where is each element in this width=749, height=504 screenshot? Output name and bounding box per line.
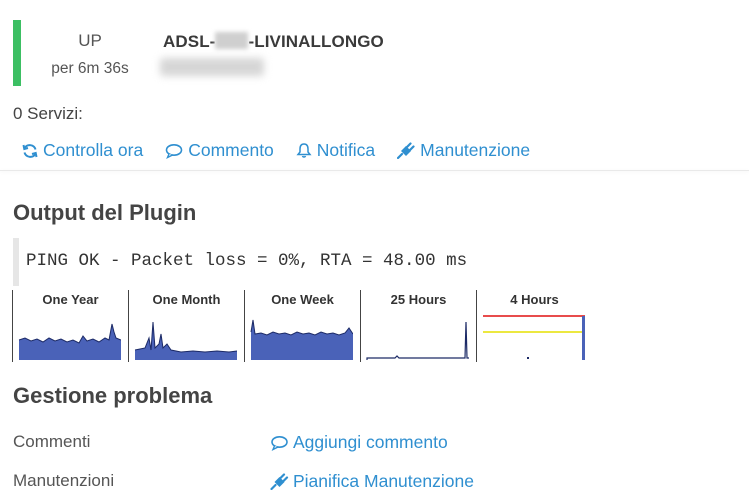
graph-one-year[interactable]: One Year xyxy=(12,290,127,362)
maintenance-row-label: Manutenzioni xyxy=(13,471,115,490)
action-bar: Controlla ora Commento Notifica Manutenz… xyxy=(22,140,552,161)
schedule-maintenance-link[interactable]: Pianifica Manutenzione xyxy=(270,471,474,492)
graph-one-week[interactable]: One Week xyxy=(244,290,359,362)
check-now-label: Controlla ora xyxy=(43,140,144,160)
graph-label: One Year xyxy=(42,292,99,307)
add-comment-label: Aggiungi commento xyxy=(293,432,448,452)
graph-image xyxy=(18,323,121,360)
graph-label: 25 Hours xyxy=(390,292,447,307)
check-now-button[interactable]: Controlla ora xyxy=(22,140,143,161)
notify-button[interactable]: Notifica xyxy=(296,140,375,161)
graph-one-month[interactable]: One Month xyxy=(128,290,243,362)
comment-button[interactable]: Commento xyxy=(165,140,274,161)
notify-label: Notifica xyxy=(316,140,376,160)
redacted-text xyxy=(215,32,249,49)
maintenance-button[interactable]: Manutenzione xyxy=(397,140,530,161)
header-divider xyxy=(0,170,749,171)
graph-image xyxy=(366,321,469,360)
graph-4-hours[interactable]: 4 Hours xyxy=(476,290,591,362)
plugin-output-text: PING OK - Packet loss = 0%, RTA = 48.00 … xyxy=(26,251,468,271)
graph-label: 4 Hours xyxy=(510,292,559,307)
services-count: 0 Servizi: xyxy=(13,104,83,123)
status-indicator xyxy=(13,20,21,86)
add-comment-link[interactable]: Aggiungi commento xyxy=(270,432,448,453)
plugin-output-box: PING OK - Packet loss = 0%, RTA = 48.00 … xyxy=(13,238,579,286)
graph-label: One Week xyxy=(271,292,334,307)
plug-icon xyxy=(397,142,415,159)
graph-label: One Month xyxy=(152,292,221,307)
comment-label: Commento xyxy=(188,140,274,160)
problem-management-title: Gestione problema xyxy=(13,383,213,408)
host-name-prefix: ADSL- xyxy=(163,32,216,51)
host-name: ADSL- -LIVINALLONGO xyxy=(163,32,384,52)
host-address-redacted xyxy=(160,58,264,76)
performance-graphs: One Year One Month One Week 25 Hours 4 H… xyxy=(12,290,592,362)
host-name-suffix: -LIVINALLONGO xyxy=(248,32,384,51)
plugin-output-title: Output del Plugin xyxy=(13,200,197,225)
graph-25-hours[interactable]: 25 Hours xyxy=(360,290,475,362)
host-state: UP xyxy=(78,31,102,50)
bell-icon xyxy=(296,143,312,158)
comments-label: Commenti xyxy=(13,432,91,451)
comment-icon xyxy=(271,435,288,451)
maintenance-label: Manutenzione xyxy=(420,140,531,160)
schedule-maintenance-label: Pianifica Manutenzione xyxy=(293,471,474,491)
plug-icon xyxy=(270,473,289,490)
graph-image xyxy=(483,315,585,360)
comment-icon xyxy=(165,143,183,159)
state-duration: per 6m 36s xyxy=(51,60,129,77)
refresh-icon xyxy=(22,143,38,158)
graph-image xyxy=(250,319,353,360)
graph-image xyxy=(134,321,237,360)
